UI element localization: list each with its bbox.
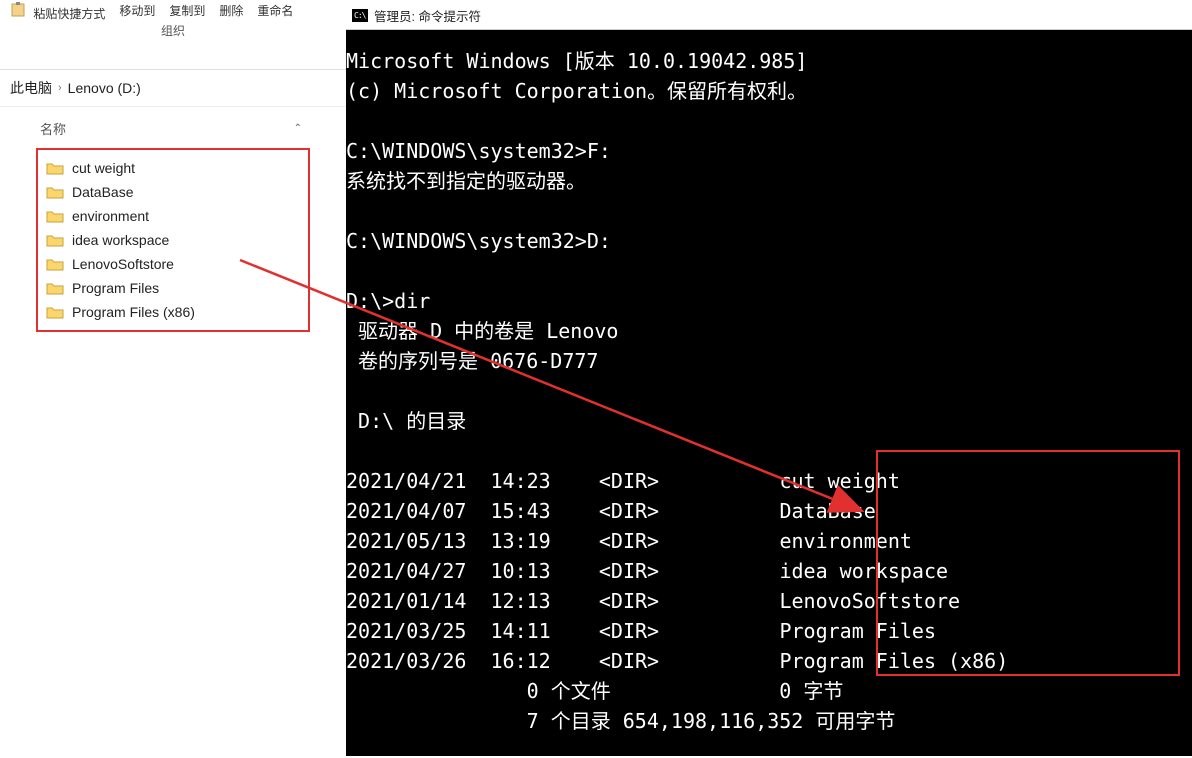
folder-name: idea workspace <box>72 232 169 248</box>
ribbon-label: 复制到 <box>169 4 205 18</box>
column-header-row[interactable]: 名称 ⌃ <box>0 115 346 142</box>
file-explorer-panel: 粘贴快捷方式 移动到 复制到 删除 重命名 组织 此电脑 › Lenovo (D… <box>0 0 346 758</box>
cmd-icon: C:\ <box>352 9 368 22</box>
folder-row[interactable]: Program Files (x86) <box>46 300 300 324</box>
folder-icon <box>46 161 64 175</box>
ribbon-label: 粘贴快捷方式 <box>33 7 105 21</box>
folder-row[interactable]: LenovoSoftstore <box>46 252 300 276</box>
ribbon-paste-shortcut[interactable]: 粘贴快捷方式 <box>4 2 111 22</box>
folder-name: DataBase <box>72 184 133 200</box>
breadcrumb-segment[interactable]: Lenovo (D:) <box>68 80 141 96</box>
breadcrumb-segment[interactable]: 此电脑 <box>10 78 52 98</box>
cmd-title-text: 管理员: 命令提示符 <box>374 6 481 25</box>
folder-name: environment <box>72 208 149 224</box>
folder-row[interactable]: cut weight <box>46 156 300 180</box>
folder-name: LenovoSoftstore <box>72 256 174 272</box>
ribbon-copy-to[interactable]: 复制到 <box>163 2 211 19</box>
paste-icon <box>10 2 30 18</box>
folder-row[interactable]: Program Files <box>46 276 300 300</box>
ribbon-group-label: 组织 <box>161 22 185 39</box>
breadcrumb[interactable]: 此电脑 › Lenovo (D:) <box>0 70 346 107</box>
folder-name: Program Files (x86) <box>72 304 195 320</box>
cmd-window: C:\ 管理员: 命令提示符 Microsoft Windows [版本 10.… <box>346 2 1192 756</box>
cmd-output[interactable]: Microsoft Windows [版本 10.0.19042.985] (c… <box>346 30 1192 736</box>
folders-highlight-box: cut weight DataBase environment idea wor… <box>36 148 310 332</box>
folder-icon <box>46 305 64 319</box>
chevron-up-icon: ⌃ <box>294 123 302 134</box>
file-list: 名称 ⌃ cut weight DataBase environment ide… <box>0 107 346 346</box>
column-header-name[interactable]: 名称 <box>40 119 66 138</box>
ribbon-move-to[interactable]: 移动到 <box>113 2 161 19</box>
ribbon-label: 移动到 <box>119 4 155 18</box>
ribbon-delete[interactable]: 删除 <box>213 2 249 19</box>
cmd-titlebar[interactable]: C:\ 管理员: 命令提示符 <box>346 2 1192 30</box>
folder-name: Program Files <box>72 280 159 296</box>
folder-icon <box>46 281 64 295</box>
folder-icon <box>46 257 64 271</box>
folder-icon <box>46 209 64 223</box>
ribbon-toolbar: 粘贴快捷方式 移动到 复制到 删除 重命名 组织 <box>0 0 346 70</box>
folder-row[interactable]: DataBase <box>46 180 300 204</box>
folder-row[interactable]: idea workspace <box>46 228 300 252</box>
ribbon-label: 重命名 <box>257 4 293 18</box>
ribbon-label: 删除 <box>219 4 243 18</box>
folder-row[interactable]: environment <box>46 204 300 228</box>
chevron-right-icon: › <box>58 82 62 94</box>
folder-icon <box>46 185 64 199</box>
folder-icon <box>46 233 64 247</box>
folder-name: cut weight <box>72 160 135 176</box>
ribbon-rename[interactable]: 重命名 <box>251 2 299 19</box>
